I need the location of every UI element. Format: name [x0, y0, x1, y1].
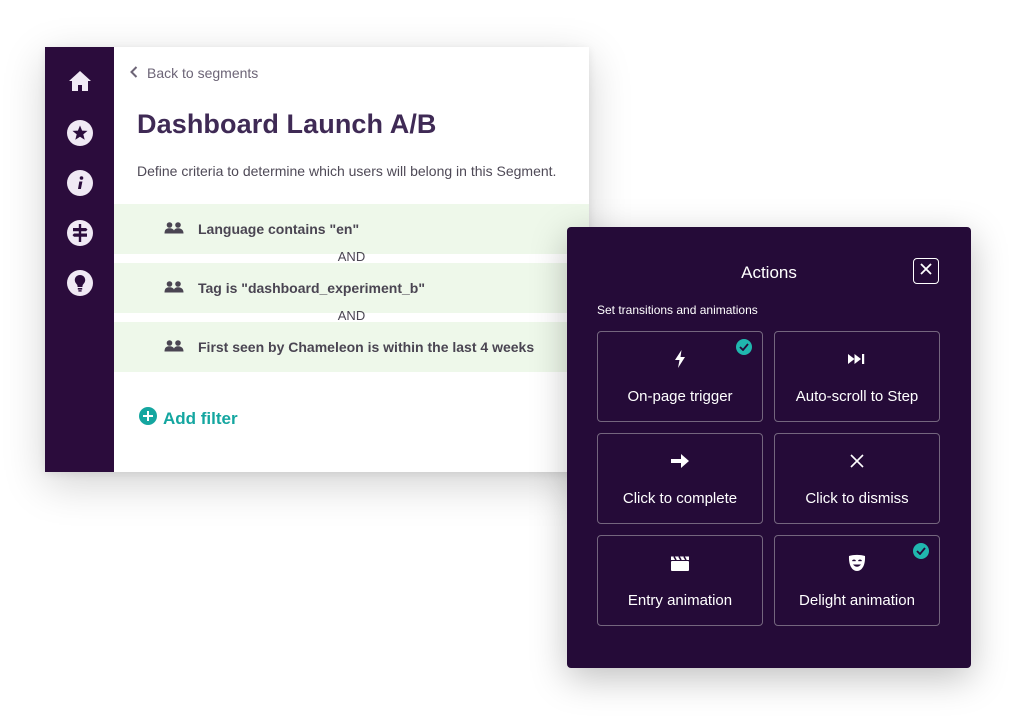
filter-label: First seen by Chameleon is within the la… [198, 339, 535, 355]
actions-title: Actions [741, 263, 797, 282]
and-connector: AND [337, 249, 366, 264]
page-description: Define criteria to determine which users… [137, 163, 557, 179]
users-icon [164, 221, 184, 237]
home-icon[interactable] [67, 68, 93, 94]
back-label: Back to segments [147, 65, 259, 81]
close-icon [920, 262, 932, 280]
tile-label: Click to dismiss [805, 490, 909, 507]
back-to-segments-link[interactable]: Back to segments [130, 65, 258, 81]
filter-row[interactable]: Language contains "en" [114, 204, 589, 254]
add-filter-button[interactable]: Add filter [139, 407, 238, 430]
star-icon[interactable] [67, 120, 93, 146]
clapperboard-icon [598, 553, 762, 573]
segment-card: Back to segments Dashboard Launch A/B De… [45, 47, 589, 472]
and-connector: AND [337, 308, 366, 323]
add-filter-label: Add filter [163, 408, 238, 428]
filter-row[interactable]: First seen by Chameleon is within the la… [114, 322, 589, 372]
fast-forward-icon [775, 349, 939, 369]
tile-click-to-complete[interactable]: Click to complete [597, 433, 763, 524]
chevron-left-icon [130, 65, 138, 81]
tile-on-page-trigger[interactable]: On-page trigger [597, 331, 763, 422]
filter-label: Language contains "en" [198, 221, 360, 237]
filter-row[interactable]: Tag is "dashboard_experiment_b" [114, 263, 589, 313]
actions-panel: Actions Set transitions and animations O… [567, 227, 971, 668]
tile-label: Entry animation [627, 592, 733, 609]
filter-label: Tag is "dashboard_experiment_b" [198, 280, 425, 296]
tile-label: On-page trigger [627, 388, 733, 405]
arrow-right-icon [598, 451, 762, 471]
close-button[interactable] [913, 258, 939, 284]
page-title: Dashboard Launch A/B [137, 109, 437, 139]
lightbulb-icon[interactable] [67, 270, 93, 296]
tile-label: Click to complete [622, 490, 738, 507]
tile-label: Delight animation [799, 592, 915, 609]
plus-circle-icon [139, 407, 157, 430]
sidebar [45, 47, 114, 472]
filter-list: Language contains "en" AND Tag is "dashb… [114, 204, 589, 372]
segment-content: Back to segments Dashboard Launch A/B De… [114, 47, 589, 472]
tile-label: Auto-scroll to Step [795, 388, 919, 405]
actions-subtitle: Set transitions and animations [597, 303, 758, 317]
info-icon[interactable] [67, 170, 93, 196]
x-icon [775, 451, 939, 471]
tile-entry-animation[interactable]: Entry animation [597, 535, 763, 626]
users-icon [164, 339, 184, 355]
checkmark-icon [913, 543, 929, 559]
tile-delight-animation[interactable]: Delight animation [774, 535, 940, 626]
signpost-icon[interactable] [67, 220, 93, 246]
tile-click-to-dismiss[interactable]: Click to dismiss [774, 433, 940, 524]
tile-auto-scroll[interactable]: Auto-scroll to Step [774, 331, 940, 422]
checkmark-icon [736, 339, 752, 355]
users-icon [164, 280, 184, 296]
